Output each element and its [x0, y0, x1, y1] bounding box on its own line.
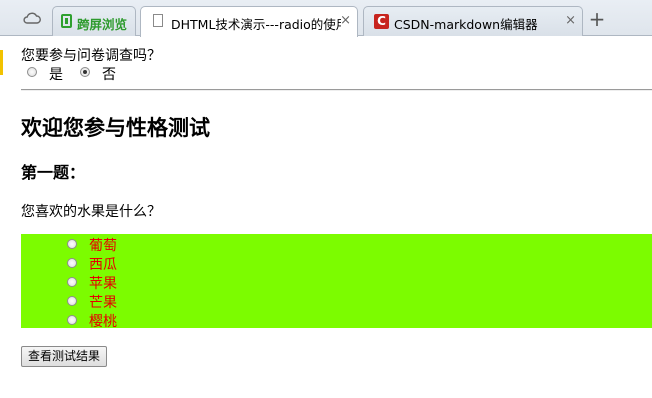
browser-tab-bar: 跨屏浏览 DHTML技术演示---radio的使用 × C CSDN-markd…: [0, 0, 652, 37]
radio-yes[interactable]: [27, 67, 37, 77]
list-item: 芒果: [21, 292, 321, 311]
tab-label: CSDN-markdown编辑器: [394, 17, 538, 32]
cloud-icon[interactable]: [22, 10, 42, 26]
page-icon: [153, 14, 163, 27]
fruit-label: 葡萄: [89, 238, 117, 254]
page-content: 您要参与问卷调查吗？ 是 否 欢迎您参与性格测试 第一题： 您喜欢的水果是什么？…: [0, 36, 652, 398]
list-item: 西瓜: [21, 254, 321, 273]
fruit-label: 苹果: [89, 276, 117, 292]
tab-label: DHTML技术演示---radio的使用: [171, 17, 341, 32]
radio-no[interactable]: [80, 67, 90, 77]
list-item: 苹果: [21, 273, 321, 292]
new-tab-button[interactable]: +: [586, 8, 608, 32]
list-item: 葡萄: [21, 235, 321, 254]
fruit-radio[interactable]: [67, 277, 77, 287]
fruit-options-panel: 葡萄 西瓜 苹果 芒果 樱桃: [21, 234, 652, 330]
fruit-label: 芒果: [89, 295, 117, 311]
fruit-label: 樱桃: [89, 314, 117, 330]
tab-label: 跨屏浏览: [77, 17, 128, 32]
close-icon[interactable]: ×: [340, 13, 351, 28]
fruit-radio[interactable]: [67, 239, 77, 249]
list-item: 樱桃: [21, 311, 321, 330]
survey-question: 您要参与问卷调查吗？: [21, 48, 161, 64]
tab-dhtml-demo[interactable]: DHTML技术演示---radio的使用 ×: [140, 6, 358, 37]
fruit-radio[interactable]: [67, 315, 77, 325]
fruit-question: 您喜欢的水果是什么？: [21, 204, 161, 220]
page-title: 欢迎您参与性格测试: [21, 115, 210, 140]
csdn-icon: C: [374, 14, 389, 29]
fruit-radio[interactable]: [67, 258, 77, 268]
fruit-radio[interactable]: [67, 296, 77, 306]
section-heading: 第一题：: [21, 163, 86, 182]
cross-screen-icon: [61, 14, 72, 28]
radio-yes-label: 是: [49, 67, 63, 83]
tab-csdn-markdown[interactable]: C CSDN-markdown编辑器 ×: [363, 6, 583, 36]
close-icon[interactable]: ×: [565, 13, 576, 28]
view-result-button[interactable]: 查看测试结果: [21, 346, 108, 367]
fruit-label: 西瓜: [89, 257, 117, 273]
tab-cross-screen[interactable]: 跨屏浏览: [52, 6, 136, 36]
radio-no-label: 否: [102, 67, 116, 83]
divider: [21, 89, 652, 91]
